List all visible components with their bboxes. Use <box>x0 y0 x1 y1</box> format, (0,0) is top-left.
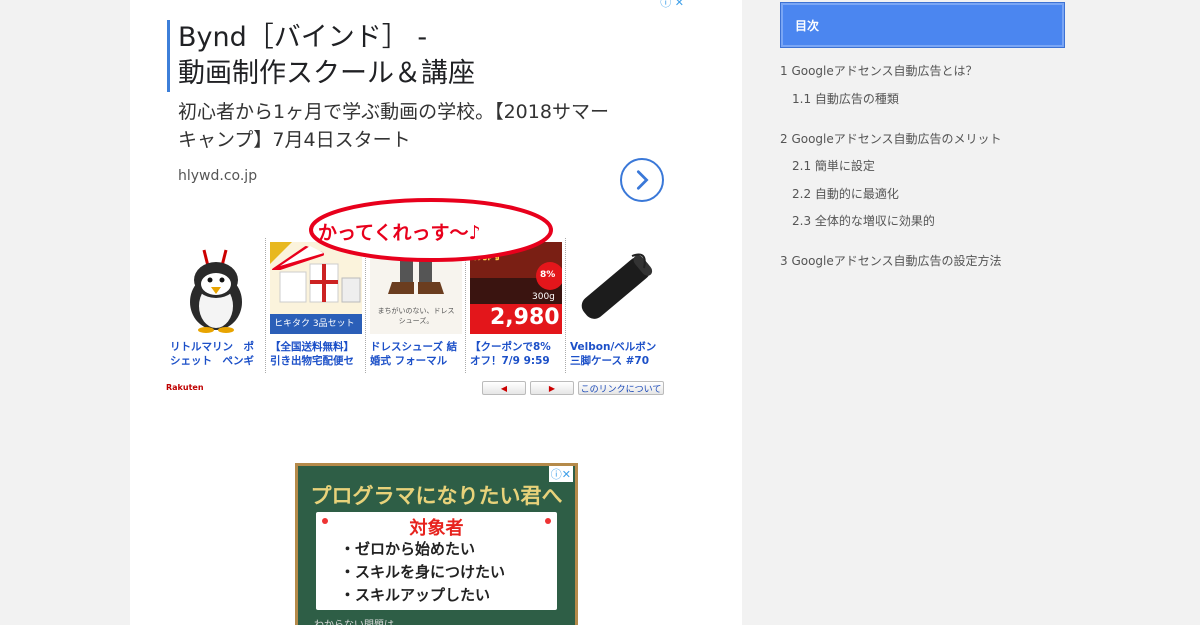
ad-headline[interactable]: Bynd［バインド］ - 動画制作スクール＆講座 <box>178 20 475 92</box>
toc-item[interactable]: 1 Googleアドセンス自動広告とは？ <box>780 62 978 79</box>
next-arrow-icon: ▶ <box>548 383 556 393</box>
ad-open-button[interactable] <box>620 158 664 202</box>
toc-title: 目次 <box>795 18 820 33</box>
beef-tag-pct: 8% <box>540 270 556 280</box>
sidebar: 目次 1 Googleアドセンス自動広告とは？ 1.1 自動広告の種類 2 Go… <box>742 0 1200 625</box>
banner-title: プログラマになりたい君へ <box>310 484 563 508</box>
ad-domain[interactable]: hlywd.co.jp <box>178 168 257 184</box>
product-title[interactable]: Velbon/ベルボン三脚ケース #70 <box>570 340 662 368</box>
ad-headline-line1[interactable]: Bynd［バインド］ - <box>178 20 475 56</box>
toc-item[interactable]: 2.3 全体的な増収に効果的 <box>792 212 935 229</box>
widget-next-button[interactable]: ▶ <box>530 381 574 395</box>
list-item: ゼロから始めたい <box>340 538 505 561</box>
product-card[interactable]: リトルマリン ポシェット ペンギ <box>166 238 266 373</box>
product-title[interactable]: 【全国送料無料】引き出物宅配便セ <box>270 340 361 368</box>
banner-list: ゼロから始めたい スキルを身につけたい スキルアップしたい <box>340 538 505 607</box>
text-ad[interactable]: ⓘ ✕ Bynd［バインド］ - 動画制作スクール＆講座 初心者から1ヶ月で学ぶ… <box>166 0 714 400</box>
gift-badge: ヒキタク 3品セット <box>274 319 355 329</box>
list-item: スキルアップしたい <box>340 584 505 607</box>
chevron-right-icon <box>636 170 649 190</box>
banner-footer-text: わからない問題は <box>314 616 394 625</box>
product-card[interactable]: Velbon/ベルボン三脚ケース #70 <box>566 238 666 373</box>
toc-item[interactable]: 1.1 自動広告の種類 <box>792 90 899 107</box>
ad-description: 初心者から1ヶ月で学ぶ動画の学校。【2018サマー キャンプ】7月4日スタート <box>178 98 609 154</box>
adchoices-icon[interactable]: ⓘ ✕ <box>660 0 684 10</box>
product-title[interactable]: リトルマリン ポシェット ペンギ <box>170 340 261 368</box>
list-item: スキルを身につけたい <box>340 561 505 584</box>
banner-card: 対象者 ゼロから始めたい スキルを身につけたい スキルアップしたい <box>316 512 557 610</box>
toc-item[interactable]: 2 Googleアドセンス自動広告のメリット <box>780 130 1002 147</box>
speech-bubble: かってくれっす〜♪ <box>266 196 556 270</box>
rakuten-logo[interactable]: Rakuten <box>166 383 204 392</box>
about-link-button[interactable]: このリンクについて <box>578 381 664 395</box>
beef-tag-small: 300g <box>532 292 555 302</box>
ad-desc-line1: 初心者から1ヶ月で学ぶ動画の学校。【2018サマー <box>178 101 609 123</box>
ad-accent-bar <box>167 20 170 92</box>
toc-item[interactable]: 3 Googleアドセンス自動広告の設定方法 <box>780 252 1002 269</box>
toc-item[interactable]: 2.2 自動的に最適化 <box>792 185 899 202</box>
widget-prev-button[interactable]: ◀ <box>482 381 526 395</box>
prev-arrow-icon: ◀ <box>500 383 508 393</box>
toc-header: 目次 <box>780 2 1065 48</box>
ad-desc-line2: キャンプ】7月4日スタート <box>178 129 411 151</box>
ad-headline-line2[interactable]: 動画制作スクール＆講座 <box>178 56 475 92</box>
main-content: ⓘ ✕ Bynd［バインド］ - 動画制作スクール＆講座 初心者から1ヶ月で学ぶ… <box>130 0 742 625</box>
programming-banner-ad[interactable]: ⓘ✕ プログラマになりたい君へ 対象者 ゼロから始めたい スキルを身につけたい … <box>295 463 578 625</box>
product-title[interactable]: ドレスシューズ 結婚式 フォーマル 本 <box>370 340 461 368</box>
beef-tag-price: 2,980 <box>490 305 560 330</box>
tripod-case-image[interactable] <box>570 242 662 334</box>
product-title[interactable]: 【クーポンで8%オフ！7/9 9:59迄】 <box>470 340 561 368</box>
banner-heading: 対象者 <box>409 518 464 539</box>
speech-bubble-text: かってくれっす〜♪ <box>318 222 481 244</box>
shoes-caption: まちがいのない、ドレスシューズ。 <box>377 307 455 325</box>
penguin-plush-image[interactable] <box>170 242 262 334</box>
toc-item[interactable]: 2.1 簡単に設定 <box>792 157 875 174</box>
